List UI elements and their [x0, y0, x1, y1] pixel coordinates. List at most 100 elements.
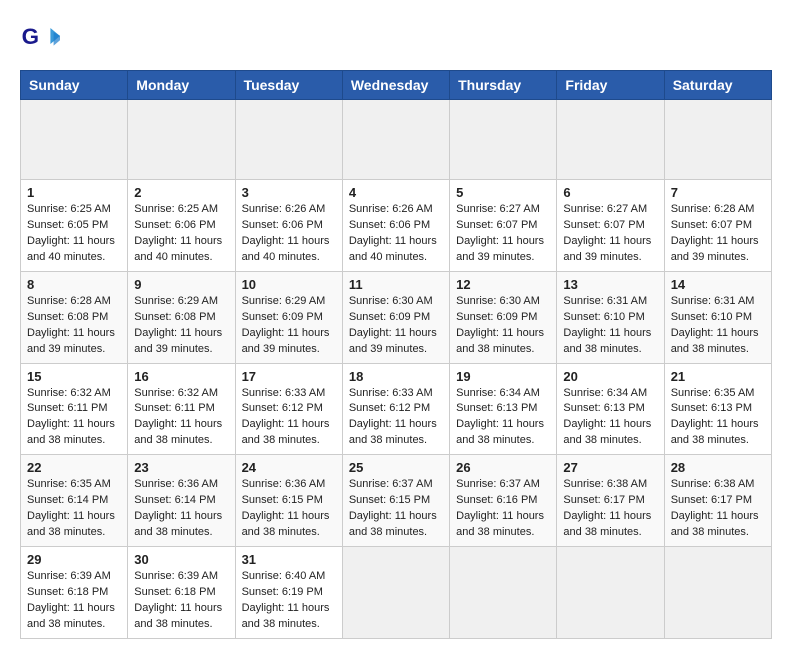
day-number: 14 — [671, 277, 765, 292]
day-info: Sunrise: 6:25 AM Sunset: 6:06 PM Dayligh… — [134, 202, 228, 266]
calendar-cell: 29 Sunrise: 6:39 AM Sunset: 6:18 PM Dayl… — [21, 547, 128, 639]
calendar-cell: 19 Sunrise: 6:34 AM Sunset: 6:13 PM Dayl… — [450, 363, 557, 455]
day-info: Sunrise: 6:36 AM Sunset: 6:15 PM Dayligh… — [242, 477, 336, 541]
day-number: 30 — [134, 552, 228, 567]
calendar-cell — [664, 100, 771, 180]
day-number: 21 — [671, 369, 765, 384]
calendar-cell: 27 Sunrise: 6:38 AM Sunset: 6:17 PM Dayl… — [557, 455, 664, 547]
day-info: Sunrise: 6:37 AM Sunset: 6:15 PM Dayligh… — [349, 477, 443, 541]
day-info: Sunrise: 6:39 AM Sunset: 6:18 PM Dayligh… — [27, 569, 121, 633]
calendar-cell — [128, 100, 235, 180]
day-number: 19 — [456, 369, 550, 384]
day-number: 4 — [349, 185, 443, 200]
day-info: Sunrise: 6:25 AM Sunset: 6:05 PM Dayligh… — [27, 202, 121, 266]
calendar-cell: 21 Sunrise: 6:35 AM Sunset: 6:13 PM Dayl… — [664, 363, 771, 455]
day-info: Sunrise: 6:30 AM Sunset: 6:09 PM Dayligh… — [456, 294, 550, 358]
day-info: Sunrise: 6:35 AM Sunset: 6:13 PM Dayligh… — [671, 386, 765, 450]
calendar-cell: 30 Sunrise: 6:39 AM Sunset: 6:18 PM Dayl… — [128, 547, 235, 639]
calendar-cell: 9 Sunrise: 6:29 AM Sunset: 6:08 PM Dayli… — [128, 271, 235, 363]
calendar-cell: 15 Sunrise: 6:32 AM Sunset: 6:11 PM Dayl… — [21, 363, 128, 455]
calendar-week-row — [21, 100, 772, 180]
day-number: 5 — [456, 185, 550, 200]
day-info: Sunrise: 6:37 AM Sunset: 6:16 PM Dayligh… — [456, 477, 550, 541]
calendar-cell — [342, 547, 449, 639]
calendar-cell — [450, 100, 557, 180]
header-monday: Monday — [128, 71, 235, 100]
header-saturday: Saturday — [664, 71, 771, 100]
day-number: 3 — [242, 185, 336, 200]
calendar-cell — [557, 100, 664, 180]
day-info: Sunrise: 6:33 AM Sunset: 6:12 PM Dayligh… — [242, 386, 336, 450]
calendar-cell: 26 Sunrise: 6:37 AM Sunset: 6:16 PM Dayl… — [450, 455, 557, 547]
page-header: G — [20, 20, 772, 60]
day-info: Sunrise: 6:38 AM Sunset: 6:17 PM Dayligh… — [671, 477, 765, 541]
day-info: Sunrise: 6:36 AM Sunset: 6:14 PM Dayligh… — [134, 477, 228, 541]
day-info: Sunrise: 6:30 AM Sunset: 6:09 PM Dayligh… — [349, 294, 443, 358]
calendar-cell — [664, 547, 771, 639]
calendar-cell: 20 Sunrise: 6:34 AM Sunset: 6:13 PM Dayl… — [557, 363, 664, 455]
day-info: Sunrise: 6:29 AM Sunset: 6:09 PM Dayligh… — [242, 294, 336, 358]
day-number: 22 — [27, 460, 121, 475]
calendar-cell: 13 Sunrise: 6:31 AM Sunset: 6:10 PM Dayl… — [557, 271, 664, 363]
calendar-cell: 10 Sunrise: 6:29 AM Sunset: 6:09 PM Dayl… — [235, 271, 342, 363]
calendar-cell — [342, 100, 449, 180]
calendar-cell: 11 Sunrise: 6:30 AM Sunset: 6:09 PM Dayl… — [342, 271, 449, 363]
day-info: Sunrise: 6:34 AM Sunset: 6:13 PM Dayligh… — [563, 386, 657, 450]
day-number: 28 — [671, 460, 765, 475]
day-info: Sunrise: 6:27 AM Sunset: 6:07 PM Dayligh… — [456, 202, 550, 266]
day-number: 26 — [456, 460, 550, 475]
calendar-cell: 7 Sunrise: 6:28 AM Sunset: 6:07 PM Dayli… — [664, 180, 771, 272]
day-info: Sunrise: 6:39 AM Sunset: 6:18 PM Dayligh… — [134, 569, 228, 633]
calendar-cell: 8 Sunrise: 6:28 AM Sunset: 6:08 PM Dayli… — [21, 271, 128, 363]
day-number: 8 — [27, 277, 121, 292]
calendar-cell — [557, 547, 664, 639]
day-number: 23 — [134, 460, 228, 475]
calendar-cell: 1 Sunrise: 6:25 AM Sunset: 6:05 PM Dayli… — [21, 180, 128, 272]
day-info: Sunrise: 6:27 AM Sunset: 6:07 PM Dayligh… — [563, 202, 657, 266]
calendar-cell: 31 Sunrise: 6:40 AM Sunset: 6:19 PM Dayl… — [235, 547, 342, 639]
day-number: 17 — [242, 369, 336, 384]
day-number: 12 — [456, 277, 550, 292]
day-number: 16 — [134, 369, 228, 384]
day-info: Sunrise: 6:32 AM Sunset: 6:11 PM Dayligh… — [27, 386, 121, 450]
header-friday: Friday — [557, 71, 664, 100]
calendar-cell: 5 Sunrise: 6:27 AM Sunset: 6:07 PM Dayli… — [450, 180, 557, 272]
calendar-cell: 23 Sunrise: 6:36 AM Sunset: 6:14 PM Dayl… — [128, 455, 235, 547]
day-info: Sunrise: 6:33 AM Sunset: 6:12 PM Dayligh… — [349, 386, 443, 450]
header-wednesday: Wednesday — [342, 71, 449, 100]
calendar-cell: 18 Sunrise: 6:33 AM Sunset: 6:12 PM Dayl… — [342, 363, 449, 455]
calendar-cell: 17 Sunrise: 6:33 AM Sunset: 6:12 PM Dayl… — [235, 363, 342, 455]
calendar-cell: 28 Sunrise: 6:38 AM Sunset: 6:17 PM Dayl… — [664, 455, 771, 547]
day-info: Sunrise: 6:29 AM Sunset: 6:08 PM Dayligh… — [134, 294, 228, 358]
calendar-week-row: 15 Sunrise: 6:32 AM Sunset: 6:11 PM Dayl… — [21, 363, 772, 455]
logo-icon: G — [20, 20, 60, 60]
day-number: 31 — [242, 552, 336, 567]
calendar-cell: 12 Sunrise: 6:30 AM Sunset: 6:09 PM Dayl… — [450, 271, 557, 363]
day-number: 29 — [27, 552, 121, 567]
calendar-header-row: SundayMondayTuesdayWednesdayThursdayFrid… — [21, 71, 772, 100]
day-info: Sunrise: 6:40 AM Sunset: 6:19 PM Dayligh… — [242, 569, 336, 633]
day-number: 20 — [563, 369, 657, 384]
day-number: 9 — [134, 277, 228, 292]
header-sunday: Sunday — [21, 71, 128, 100]
day-number: 25 — [349, 460, 443, 475]
calendar-cell: 3 Sunrise: 6:26 AM Sunset: 6:06 PM Dayli… — [235, 180, 342, 272]
day-number: 6 — [563, 185, 657, 200]
calendar-cell: 14 Sunrise: 6:31 AM Sunset: 6:10 PM Dayl… — [664, 271, 771, 363]
day-number: 15 — [27, 369, 121, 384]
day-info: Sunrise: 6:28 AM Sunset: 6:07 PM Dayligh… — [671, 202, 765, 266]
day-info: Sunrise: 6:31 AM Sunset: 6:10 PM Dayligh… — [563, 294, 657, 358]
day-number: 13 — [563, 277, 657, 292]
calendar-cell: 25 Sunrise: 6:37 AM Sunset: 6:15 PM Dayl… — [342, 455, 449, 547]
calendar-cell: 22 Sunrise: 6:35 AM Sunset: 6:14 PM Dayl… — [21, 455, 128, 547]
calendar-week-row: 22 Sunrise: 6:35 AM Sunset: 6:14 PM Dayl… — [21, 455, 772, 547]
day-number: 10 — [242, 277, 336, 292]
day-info: Sunrise: 6:38 AM Sunset: 6:17 PM Dayligh… — [563, 477, 657, 541]
day-number: 1 — [27, 185, 121, 200]
calendar-week-row: 8 Sunrise: 6:28 AM Sunset: 6:08 PM Dayli… — [21, 271, 772, 363]
calendar-cell — [450, 547, 557, 639]
calendar-week-row: 1 Sunrise: 6:25 AM Sunset: 6:05 PM Dayli… — [21, 180, 772, 272]
calendar-cell: 24 Sunrise: 6:36 AM Sunset: 6:15 PM Dayl… — [235, 455, 342, 547]
day-number: 24 — [242, 460, 336, 475]
day-number: 11 — [349, 277, 443, 292]
